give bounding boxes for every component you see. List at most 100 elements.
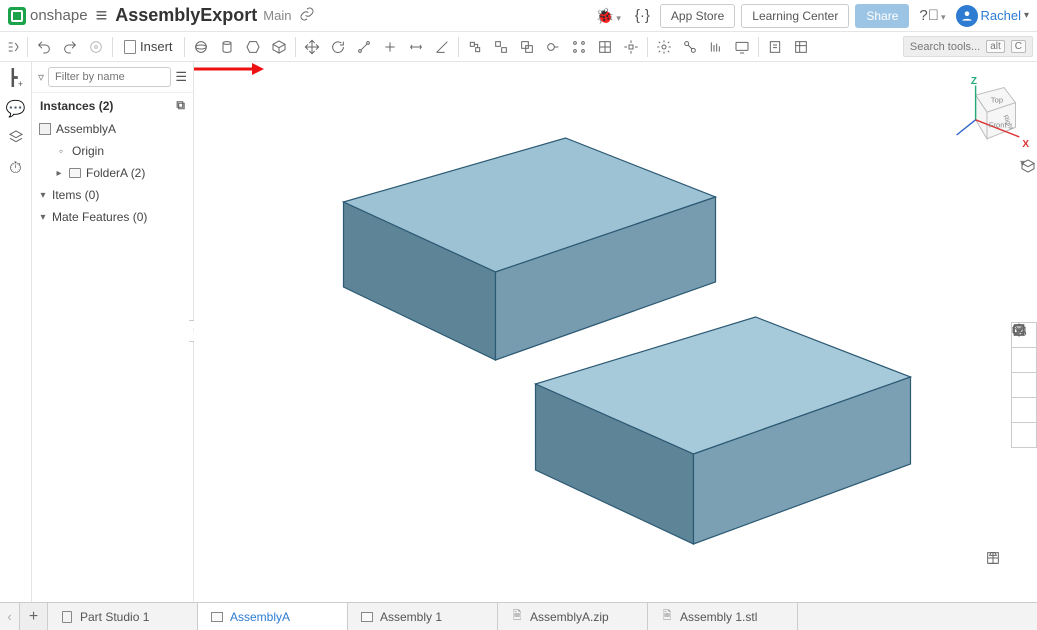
folder-icon bbox=[68, 166, 82, 180]
tool-group-icon[interactable] bbox=[488, 34, 514, 60]
tool-snap-icon[interactable] bbox=[351, 34, 377, 60]
model-render bbox=[194, 62, 1037, 602]
tree-item-items[interactable]: ▾ Items (0) bbox=[36, 184, 189, 206]
tab-zip[interactable]: 🗎 AssemblyA.zip bbox=[498, 603, 648, 630]
view-menu-icon[interactable]: ▾ bbox=[1020, 158, 1025, 169]
document-branch[interactable]: Main bbox=[263, 8, 291, 23]
user-menu[interactable]: Rachel ▾ bbox=[956, 5, 1030, 27]
feature-tree: AssemblyA ◦ Origin ▸ FolderA (2) ▾ Items… bbox=[32, 118, 193, 228]
rail-isometric-icon[interactable] bbox=[1011, 347, 1037, 373]
tab-scroll-left-icon[interactable]: ‹ bbox=[0, 603, 20, 630]
tab-label: Assembly 1 bbox=[380, 610, 442, 624]
tool-distance-icon[interactable] bbox=[403, 34, 429, 60]
rail-comments-icon[interactable]: 💬 bbox=[6, 99, 26, 119]
search-tools[interactable]: Search tools... alt C bbox=[903, 36, 1033, 57]
tab-stl[interactable]: 🗎 Assembly 1.stl bbox=[648, 603, 798, 630]
insert-button[interactable]: Insert bbox=[116, 34, 181, 60]
left-rail: ┣+ 💬 ⏱ bbox=[0, 62, 32, 602]
tree-item-assembly[interactable]: AssemblyA bbox=[36, 118, 189, 140]
tool-exploded-icon[interactable] bbox=[618, 34, 644, 60]
code-brackets-icon[interactable]: {·} bbox=[631, 7, 654, 24]
app-store-button[interactable]: App Store bbox=[660, 4, 735, 28]
main-area: ┣+ 💬 ⏱ ▿ ☰ Instances (2) ⧉ AssemblyA ◦ O… bbox=[0, 62, 1037, 602]
right-rail bbox=[1011, 322, 1037, 447]
tool-sphere-icon[interactable] bbox=[188, 34, 214, 60]
tree-label: Mate Features (0) bbox=[52, 210, 147, 224]
tool-angle-icon[interactable] bbox=[429, 34, 455, 60]
link-icon[interactable] bbox=[299, 6, 315, 25]
instances-header[interactable]: Instances (2) ⧉ bbox=[32, 93, 193, 118]
help-icon[interactable]: ?⃝ bbox=[915, 7, 949, 24]
tool-pattern1-icon[interactable] bbox=[566, 34, 592, 60]
origin-icon: ◦ bbox=[54, 144, 68, 158]
tool-cylinder-icon[interactable] bbox=[214, 34, 240, 60]
logo-mark-icon bbox=[8, 7, 26, 25]
hamburger-menu-icon[interactable]: ≡ bbox=[96, 6, 108, 26]
chevron-down-icon[interactable]: ▾ bbox=[38, 212, 48, 223]
kbd-alt: alt bbox=[986, 40, 1005, 53]
tool-pattern2-icon[interactable] bbox=[592, 34, 618, 60]
share-button[interactable]: Share bbox=[855, 4, 909, 28]
document-title[interactable]: AssemblyExport bbox=[115, 5, 257, 26]
add-instance-icon[interactable]: ⧉ bbox=[176, 98, 185, 113]
chevron-right-icon[interactable]: ▸ bbox=[54, 168, 64, 179]
tab-part-studio-1[interactable]: Part Studio 1 bbox=[48, 603, 198, 630]
document-tabs: ‹ + Part Studio 1 AssemblyA Assembly 1 🗎… bbox=[0, 602, 1037, 630]
rail-measure-icon[interactable] bbox=[1011, 422, 1037, 448]
file-icon: 🗎 bbox=[510, 610, 524, 624]
tree-item-origin[interactable]: ◦ Origin bbox=[36, 140, 189, 162]
add-tab-button[interactable]: + bbox=[20, 603, 48, 630]
tab-label: AssemblyA.zip bbox=[530, 610, 609, 624]
tool-tangent-icon[interactable] bbox=[540, 34, 566, 60]
rail-named-views-icon[interactable] bbox=[1011, 397, 1037, 423]
tree-item-folder[interactable]: ▸ FolderA (2) bbox=[36, 162, 189, 184]
tool-pan-icon[interactable] bbox=[377, 34, 403, 60]
rail-clock-icon[interactable]: ⏱ bbox=[9, 160, 21, 178]
assembly-icon bbox=[38, 122, 52, 136]
funnel-icon[interactable]: ▿ bbox=[38, 70, 44, 84]
toolbar: Insert Search tools... alt C bbox=[0, 32, 1037, 62]
brand-logo[interactable]: onshape bbox=[8, 7, 88, 25]
redo-icon[interactable] bbox=[57, 34, 83, 60]
assembly-icon bbox=[360, 610, 374, 624]
target-icon[interactable] bbox=[83, 34, 109, 60]
tool-move-icon[interactable] bbox=[299, 34, 325, 60]
bottom-right-icons bbox=[985, 550, 1031, 570]
list-view-icon[interactable]: ☰ bbox=[175, 69, 187, 85]
tool-note-icon[interactable] bbox=[762, 34, 788, 60]
tab-assembly-a[interactable]: AssemblyA bbox=[198, 603, 348, 630]
view-cube[interactable]: Top Front Right Z X bbox=[949, 78, 1025, 154]
tool-rotate-icon[interactable] bbox=[325, 34, 351, 60]
part-studio-icon bbox=[60, 610, 74, 624]
rail-add-icon[interactable]: ┣+ bbox=[8, 68, 23, 89]
learning-center-button[interactable]: Learning Center bbox=[741, 4, 849, 28]
top-bar: onshape ≡ AssemblyExport Main 🐞 {·} App … bbox=[0, 0, 1037, 32]
tool-display-icon[interactable] bbox=[729, 34, 755, 60]
chevron-down-icon[interactable]: ▾ bbox=[38, 190, 48, 201]
feature-panel: ▿ ☰ Instances (2) ⧉ AssemblyA ◦ Origin ▸… bbox=[32, 62, 194, 602]
tree-label: Origin bbox=[72, 144, 104, 158]
tool-cube-icon[interactable] bbox=[266, 34, 292, 60]
undo-icon[interactable] bbox=[31, 34, 57, 60]
tab-assembly-1[interactable]: Assembly 1 bbox=[348, 603, 498, 630]
tool-hex-icon[interactable] bbox=[240, 34, 266, 60]
rail-section-icon[interactable] bbox=[1011, 372, 1037, 398]
rail-versions-icon[interactable] bbox=[8, 129, 24, 150]
tool-gear-icon[interactable] bbox=[651, 34, 677, 60]
axis-x-label: X bbox=[1022, 139, 1029, 150]
tool-bom-icon[interactable] bbox=[788, 34, 814, 60]
filter-input[interactable] bbox=[48, 67, 171, 87]
tool-array-icon[interactable] bbox=[703, 34, 729, 60]
bug-icon[interactable]: 🐞 bbox=[592, 7, 625, 25]
tree-toggle-icon[interactable] bbox=[4, 34, 24, 60]
tool-relation-icon[interactable] bbox=[677, 34, 703, 60]
tool-fasten-icon[interactable] bbox=[462, 34, 488, 60]
tab-label: Assembly 1.stl bbox=[680, 610, 757, 624]
brand-text: onshape bbox=[30, 7, 88, 24]
3d-canvas[interactable]: Top Front Right Z X ▾ bbox=[194, 62, 1037, 602]
assembly-icon bbox=[210, 610, 224, 624]
tool-replicate-icon[interactable] bbox=[514, 34, 540, 60]
panel-filter-row: ▿ ☰ bbox=[32, 62, 193, 93]
tree-item-mates[interactable]: ▾ Mate Features (0) bbox=[36, 206, 189, 228]
mass-props-icon[interactable] bbox=[1011, 550, 1031, 570]
